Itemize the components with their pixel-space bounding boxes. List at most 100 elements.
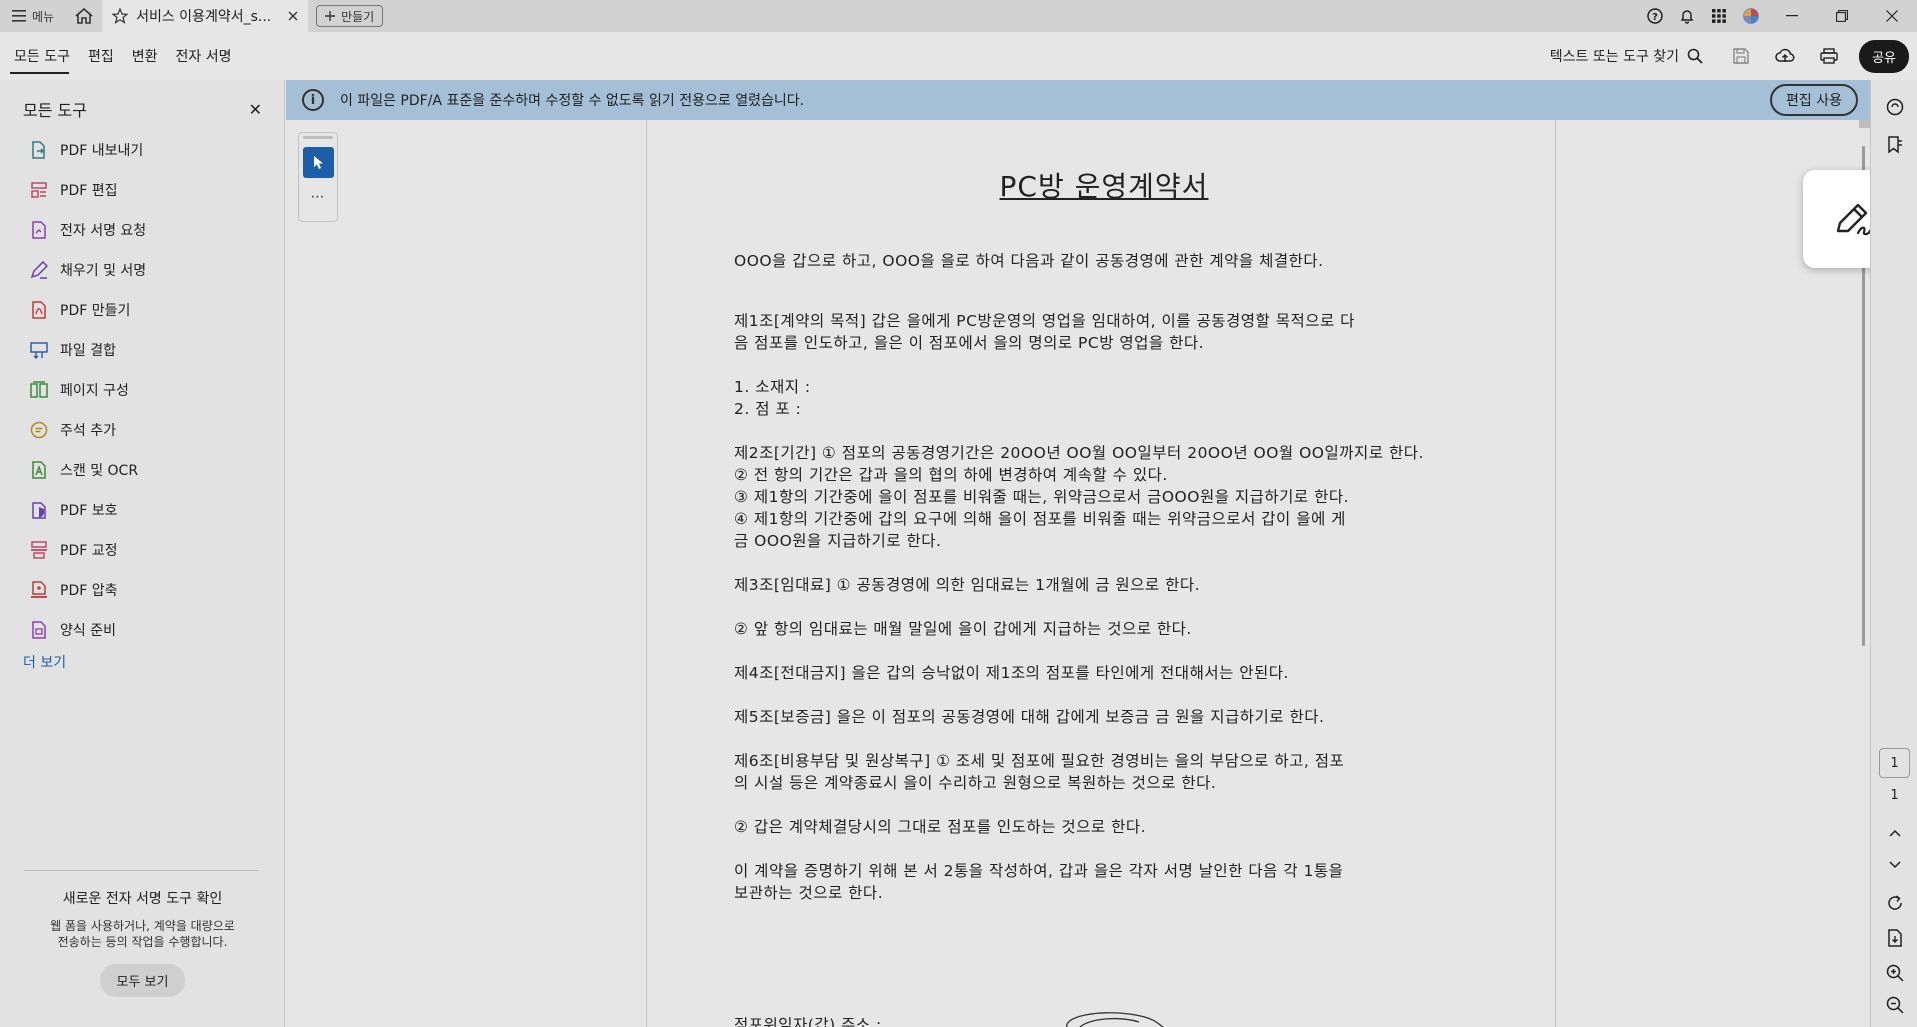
menu-button[interactable]: 메뉴: [0, 0, 66, 32]
tools-list: PDF 내보내기 PDF 편집 전자 서명 요청 채우기 및 서명 PDF 만들기파일 …: [0, 130, 284, 650]
next-page-button[interactable]: [1871, 850, 1917, 880]
document-line: ② 전 항의 기간은 갑과 을의 협의 하에 변경하여 계속할 수 있다.: [734, 466, 1168, 484]
title-bar: 메뉴 서비스 이용계약서_s... 만들기 ?: [0, 0, 1917, 32]
document-line: 제1조[계약의 목적] 갑은 을에게 PC방운영의 영업을 임대하여, 이를 공…: [734, 312, 1355, 330]
document-tab[interactable]: 서비스 이용계약서_s...: [102, 0, 309, 32]
tool-item-label: PDF 보호: [60, 503, 118, 519]
apps-button[interactable]: [1703, 0, 1735, 32]
protect-pdf-icon: [30, 501, 48, 519]
new-tab-button[interactable]: 만들기: [316, 5, 384, 27]
right-rail: 1 1: [1870, 80, 1917, 1027]
hamburger-icon: [12, 10, 26, 22]
tool-item-label: 파일 결합: [60, 343, 116, 359]
tool-item[interactable]: PDF 만들기: [0, 290, 284, 330]
bookmark-icon: [1887, 136, 1902, 154]
more-tools-icon[interactable]: ⋯: [299, 189, 337, 205]
document-line: OOO을 갑으로 하고, OOO을 을로 하여 다음과 같이 공동경영에 관한 …: [734, 252, 1324, 270]
upload-cloud-button[interactable]: [1767, 38, 1803, 74]
star-icon[interactable]: [112, 8, 129, 24]
document-line: 제5조[보증금] 을은 이 점포의 공동경영에 대해 갑에게 보증금 금 원을 …: [734, 708, 1325, 726]
tool-item-label: PDF 교정: [60, 543, 118, 559]
rotate-button[interactable]: [1871, 888, 1917, 918]
save-button[interactable]: [1723, 38, 1759, 74]
page-extract-button[interactable]: [1871, 923, 1917, 953]
cloud-upload-icon: [1775, 48, 1795, 62]
panel-title: 모든 도구: [23, 101, 87, 120]
document-line: 보관하는 것으로 한다.: [734, 884, 884, 902]
close-panel-icon[interactable]: ✕: [249, 100, 262, 119]
tool-item[interactable]: PDF 편집: [0, 170, 284, 210]
tool-item[interactable]: 채우기 및 서명: [0, 250, 284, 290]
read-only-info-bar: i 이 파일은 PDF/A 표준을 준수하며 수정할 수 없도록 읽기 전용으로…: [286, 80, 1870, 120]
zoom-out-button[interactable]: [1871, 990, 1917, 1020]
request-signature-icon: [30, 221, 48, 239]
tool-item[interactable]: 파일 결합: [0, 330, 284, 370]
chevron-down-icon: [1888, 861, 1901, 869]
document-line: 제4조[전대금지] 을은 갑의 승낙없이 제1조의 점포를 타인에게 전대해서는…: [734, 664, 1289, 682]
current-page-input[interactable]: 1: [1879, 748, 1910, 778]
scan-ocr-icon: [30, 461, 48, 479]
tab-convert[interactable]: 변환: [123, 32, 167, 80]
promo-text-line-1: 웹 폼을 사용하거나, 계약을 대량으로: [50, 919, 235, 933]
promo-text-line-2: 전송하는 등의 작업을 수행합니다.: [57, 935, 228, 949]
tool-item[interactable]: PDF 보호: [0, 490, 284, 530]
document-line: 제6조[비용부담 및 원상복구] ① 조세 및 점포에 필요한 경영비는 을의 …: [734, 752, 1345, 770]
close-window-button[interactable]: [1867, 0, 1917, 32]
organize-pages-icon: [30, 381, 48, 399]
prepare-form-icon: [30, 621, 48, 639]
drag-handle[interactable]: [303, 136, 333, 139]
document-line: ④ 제1항의 기간중에 갑의 요구에 의해 을이 점포를 비워줄 때는 위약금으…: [734, 510, 1346, 528]
tab-edit[interactable]: 편집: [79, 32, 123, 80]
help-button[interactable]: ?: [1639, 0, 1671, 32]
close-tab-icon[interactable]: [288, 11, 298, 21]
minimize-button[interactable]: [1767, 0, 1817, 32]
document-line: 금 OOO원을 지급하기로 한다.: [734, 532, 942, 550]
search-icon: [1687, 48, 1703, 64]
tool-item-label: 양식 준비: [60, 623, 116, 639]
see-more-link[interactable]: 더 보기: [0, 652, 284, 672]
bell-icon: [1680, 10, 1694, 24]
bookmarks-rail-button[interactable]: [1871, 130, 1917, 160]
notifications-button[interactable]: [1671, 0, 1703, 32]
tab-all-tools[interactable]: 모든 도구: [0, 32, 79, 80]
document-line: 음 점포를 인도하고, 을은 이 점포에서 을의 명의로 PC방 영업을 한다.: [734, 334, 1205, 352]
edit-pdf-icon: [30, 181, 48, 199]
tool-item[interactable]: 페이지 구성: [0, 370, 284, 410]
document-line: ② 갑은 계약체결당시의 그대로 점포를 인도하는 것으로 한다.: [734, 818, 1147, 836]
enable-editing-button[interactable]: 편집 사용: [1770, 84, 1858, 116]
tool-item[interactable]: 양식 준비: [0, 610, 284, 650]
previous-page-button[interactable]: [1871, 818, 1917, 848]
chevron-up-icon: [1888, 829, 1901, 837]
zoom-in-button[interactable]: [1871, 958, 1917, 988]
pdf-page: PC방 운영계약서 OOO을 갑으로 하고, OOO을 을로 하여 다음과 같이…: [646, 120, 1556, 1027]
search-tools-button[interactable]: 텍스트 또는 도구 찾기: [1550, 46, 1703, 66]
document-line: 제3조[임대료] ① 공동경영에 의한 임대료는 1개월에 금 원으로 한다.: [734, 576, 1201, 594]
tool-item-label: 주석 추가: [60, 423, 116, 439]
restore-button[interactable]: [1817, 0, 1867, 32]
tool-item[interactable]: PDF 압축: [0, 570, 284, 610]
tool-item[interactable]: PDF 교정: [0, 530, 284, 570]
tool-item[interactable]: 전자 서명 요청: [0, 210, 284, 250]
zoom-out-icon: [1886, 996, 1904, 1014]
tab-title: 서비스 이용계약서_s...: [136, 9, 272, 25]
print-button[interactable]: [1811, 38, 1847, 74]
svg-text:?: ?: [1652, 12, 1658, 23]
tool-item[interactable]: 스캔 및 OCR: [0, 450, 284, 490]
home-button[interactable]: [66, 0, 102, 32]
tool-item-label: 페이지 구성: [60, 383, 129, 399]
new-tab-label: 만들기: [341, 9, 375, 24]
comment-rail-button[interactable]: [1871, 92, 1917, 122]
search-tools-label: 텍스트 또는 도구 찾기: [1549, 49, 1680, 65]
tool-item[interactable]: 주석 추가: [0, 410, 284, 450]
tool-item[interactable]: PDF 내보내기: [0, 130, 284, 170]
view-all-button[interactable]: 모두 보기: [99, 964, 186, 997]
share-button[interactable]: 공유: [1859, 39, 1909, 73]
document-line: 2. 점 포 :: [734, 400, 802, 418]
document-canvas[interactable]: ⋯ PC방 운영계약서 OOO을 갑으로 하고, OOO을 을로 하여 다음과 …: [286, 120, 1870, 1027]
tab-e-sign[interactable]: 전자 서명: [167, 32, 241, 80]
info-message: 이 파일은 PDF/A 표준을 준수하며 수정할 수 없도록 읽기 전용으로 열…: [340, 93, 805, 109]
all-tools-panel: 모든 도구 ✕ PDF 내보내기 PDF 편집 전자 서명 요청 채우기 및 서명 PD…: [0, 80, 285, 1027]
profile-button[interactable]: [1735, 0, 1767, 32]
select-tool-button[interactable]: [303, 147, 334, 178]
document-line: 의 시설 등은 계약종료시 을이 수리하고 원형으로 복원하는 것으로 한다.: [734, 774, 1217, 792]
